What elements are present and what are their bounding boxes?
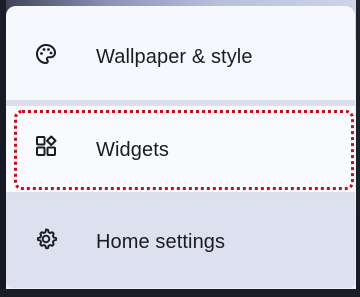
menu-item-label: Wallpaper & style	[96, 46, 253, 68]
palette-icon	[34, 42, 58, 66]
wallpaper-background-bottom	[0, 289, 360, 297]
menu-item-label: Widgets	[96, 139, 169, 161]
home-long-press-menu: Wallpaper & style Widgets Home settings	[6, 6, 355, 288]
menu-item-home-settings[interactable]: Home settings	[6, 198, 355, 288]
menu-item-label: Home settings	[96, 231, 226, 253]
gear-icon	[34, 227, 58, 251]
menu-item-wallpaper-style[interactable]: Wallpaper & style	[6, 6, 355, 100]
wallpaper-background-right	[356, 0, 360, 297]
menu-item-widgets[interactable]: Widgets	[6, 106, 355, 192]
widgets-icon	[34, 134, 58, 158]
